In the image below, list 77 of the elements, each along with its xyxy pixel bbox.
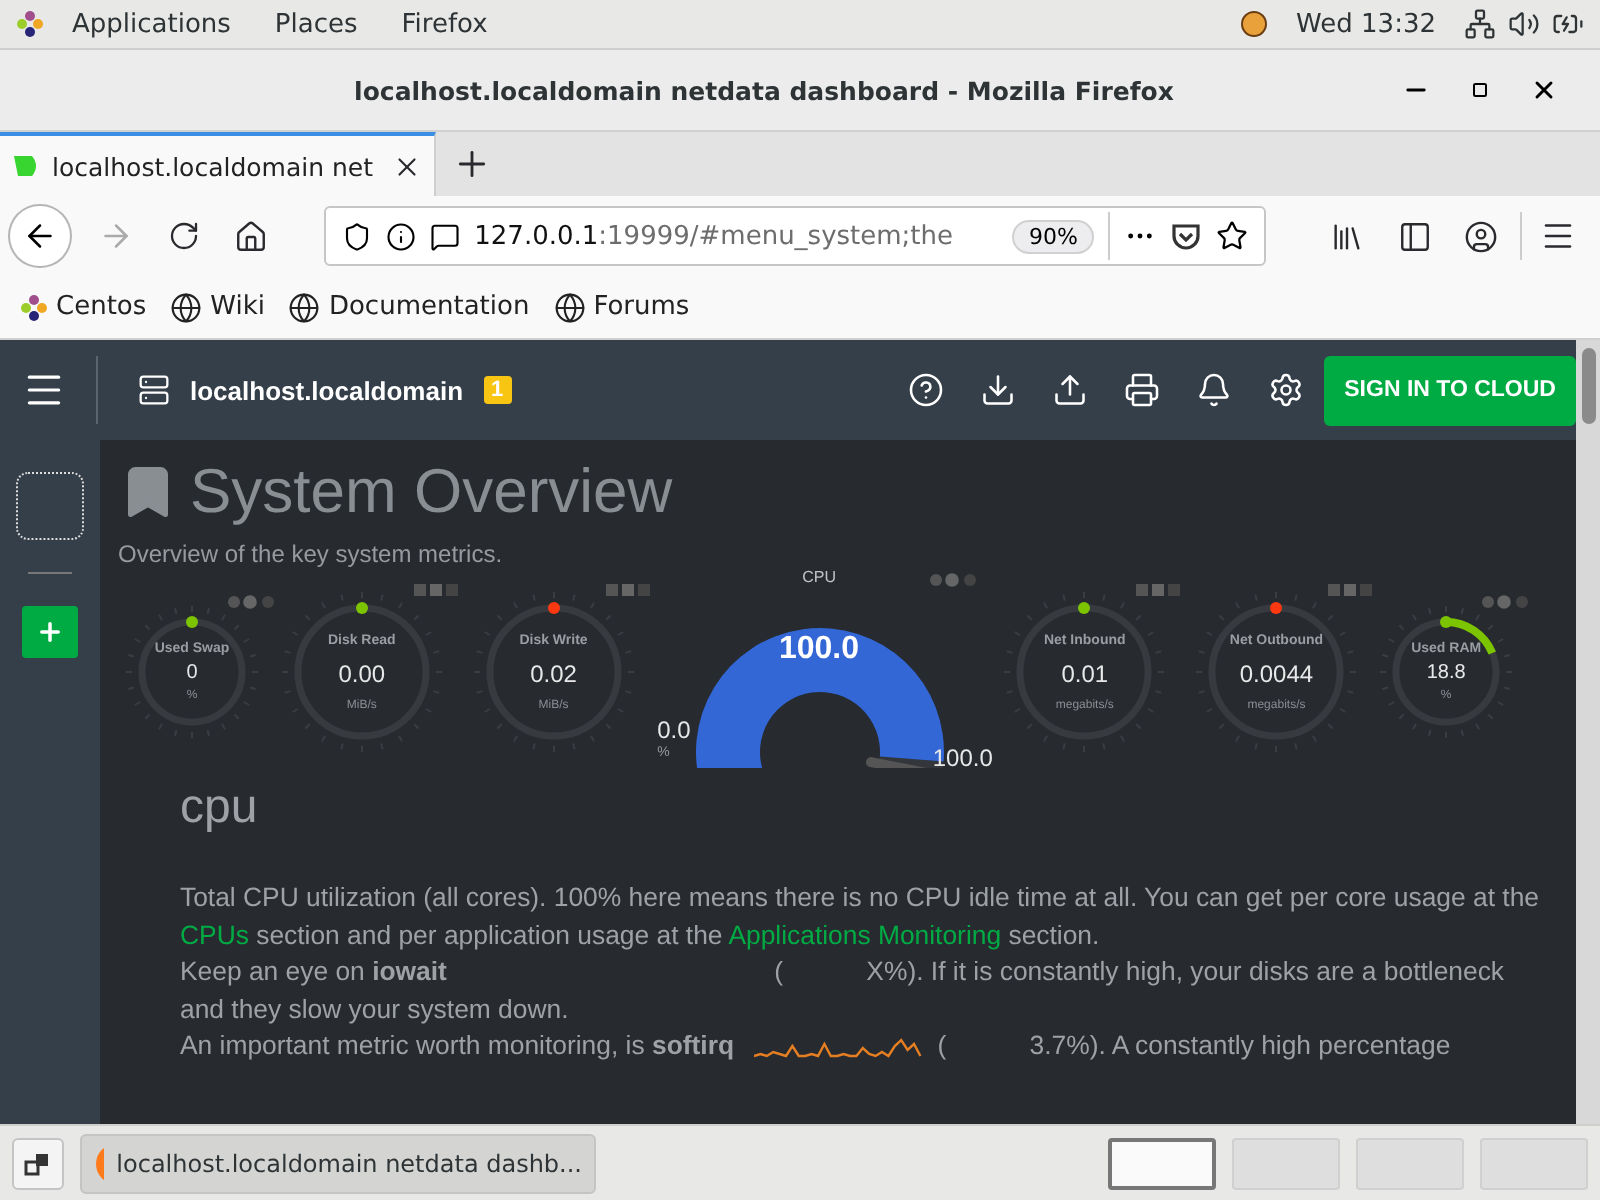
clock[interactable]: Wed 13:32	[1280, 9, 1452, 39]
top-menu[interactable]: Firefox	[385, 9, 504, 39]
network-icon[interactable]	[1464, 8, 1496, 40]
top-menu[interactable]: Applications	[56, 9, 247, 39]
section-heading: cpu	[180, 780, 260, 836]
gauge-value: 0.02	[530, 659, 577, 687]
windows-icon	[24, 1149, 52, 1177]
chart-controls-icon[interactable]	[413, 584, 462, 598]
browser-tab[interactable]: localhost.localdomain net	[0, 132, 436, 196]
scrollbar[interactable]	[1576, 340, 1600, 1124]
download-icon[interactable]	[980, 372, 1017, 408]
close-icon	[1530, 76, 1558, 104]
gauge-value: 100.0	[776, 632, 862, 668]
address-field[interactable]: 127.0.0.1:19999/#menu_system;the 90%	[324, 206, 1266, 266]
server-icon	[138, 374, 170, 406]
bookmark-link[interactable]: Forums	[553, 291, 690, 323]
text-link[interactable]: CPUs	[180, 919, 249, 949]
paragraph: An important metric worth monitoring, is softirq ( 3.7%). A constantly high percentage	[180, 1028, 1453, 1064]
chart-controls-icon[interactable]	[225, 594, 278, 610]
tab-title: localhost.localdomain net	[52, 151, 376, 181]
space-slot[interactable]	[16, 472, 84, 540]
page-heading: System Overview	[190, 456, 673, 528]
chart-controls-icon[interactable]	[1328, 584, 1377, 598]
activities-icon[interactable]	[16, 10, 44, 38]
globe-icon	[170, 291, 203, 323]
sidebar-icon	[1397, 219, 1432, 253]
taskbar-window[interactable]: localhost.localdomain netdata dashb...	[80, 1133, 596, 1193]
account-icon	[1464, 219, 1499, 253]
add-button[interactable]	[22, 606, 78, 658]
gauge-value: 0.01	[1061, 659, 1109, 687]
printer-icon[interactable]	[1124, 372, 1161, 408]
window-title: localhost.localdomain netdata dashboard - Mozilla Firefox	[352, 75, 1176, 105]
globe-icon	[553, 291, 586, 323]
top-menu[interactable]: Places	[258, 9, 374, 39]
text-link[interactable]: Applications Monitoring	[728, 919, 1002, 949]
flower-icon	[20, 293, 48, 321]
gauge-value: 18.8	[1426, 662, 1466, 684]
paragraph: Total CPU utilization (all cores). 100% here means there is no CPU idle time at all. You can get per core usage at the CPUs section and per application usage at the Applications Monitoring section.	[180, 880, 1540, 954]
maximize-icon	[1472, 82, 1488, 98]
home-icon	[233, 219, 268, 253]
help-icon[interactable]	[908, 372, 945, 408]
upload-icon[interactable]	[1052, 372, 1089, 408]
volume-icon[interactable]	[1508, 8, 1540, 40]
menu-icon	[1540, 218, 1577, 254]
gauge-value: 0.0044	[1239, 659, 1314, 687]
host-name[interactable]: localhost.localdomain	[190, 375, 464, 405]
bookmark-link[interactable]: Wiki	[170, 291, 265, 323]
paragraph: Keep an eye on iowait ( X%). If it is constantly high, your disks are a bottleneck and they slow your system down.	[180, 954, 1507, 1028]
bookmark-link[interactable]: Centos	[20, 292, 147, 322]
globe-icon	[288, 291, 321, 323]
gauge-value: 0	[186, 662, 198, 684]
zoom-button[interactable]: 90%	[1012, 219, 1094, 253]
plus-icon	[36, 618, 64, 646]
shield-icon	[342, 221, 373, 251]
gauge-title: CPU	[800, 568, 839, 586]
info-icon	[386, 221, 417, 251]
chart-controls-icon[interactable]	[928, 572, 981, 588]
page-subtitle: Overview of the key system metrics.	[118, 540, 505, 568]
weather-icon[interactable]	[1240, 10, 1269, 38]
star-icon[interactable]	[1215, 220, 1248, 252]
library-icon	[1330, 219, 1365, 253]
gauge-max: 100.0	[932, 744, 993, 772]
bell-icon[interactable]	[1196, 372, 1233, 408]
chart-controls-icon[interactable]	[605, 584, 654, 598]
message-icon	[430, 221, 461, 251]
pocket-icon[interactable]	[1169, 221, 1202, 251]
window-list-button[interactable]	[12, 1137, 64, 1189]
chart-controls-icon[interactable]	[1479, 594, 1532, 610]
bookmark-link[interactable]: Documentation	[288, 291, 530, 323]
gauge-value: 0.00	[338, 659, 386, 687]
leaf-icon	[12, 154, 40, 178]
gauge-min: 0.0	[657, 716, 691, 744]
workspace-button[interactable]	[1108, 1137, 1216, 1189]
chart-controls-icon[interactable]	[1136, 584, 1185, 598]
back-button[interactable]	[8, 204, 72, 268]
reload-icon	[167, 220, 200, 252]
settings-icon[interactable]	[1268, 372, 1305, 408]
